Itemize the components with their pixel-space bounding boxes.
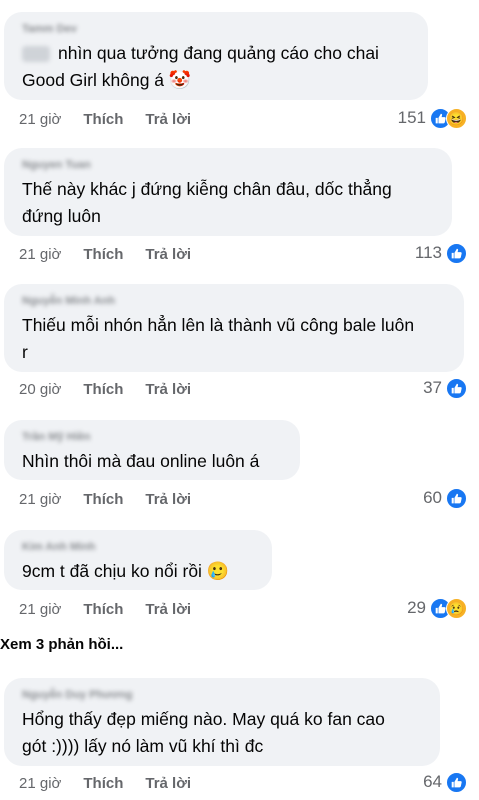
reaction-count: 151 [397, 108, 426, 127]
like-reaction-icon [446, 487, 467, 509]
reply-button[interactable]: Trả lời [145, 601, 191, 618]
reaction-summary[interactable]: 151 😆 [398, 106, 467, 130]
comment-time[interactable]: 21 giờ [19, 111, 61, 128]
comment-meta: 21 giờ Thích Trả lời [19, 598, 213, 620]
reaction-count: 113 [414, 243, 442, 262]
like-reaction-icon [446, 771, 467, 793]
reaction-count: 64 [423, 772, 442, 791]
comment-author[interactable]: Kim Anh Minh [22, 540, 132, 554]
comment-time[interactable]: 21 giờ [19, 246, 61, 263]
like-button[interactable]: Thích [83, 601, 123, 618]
like-reaction-icon [446, 377, 467, 399]
like-button[interactable]: Thích [83, 381, 123, 398]
like-button[interactable]: Thích [83, 491, 123, 508]
haha-reaction-icon: 😆 [446, 107, 467, 129]
reply-button[interactable]: Trả lời [145, 381, 191, 398]
comment-meta: 21 giờ Thích Trả lời [19, 488, 213, 510]
like-button[interactable]: Thích [83, 775, 123, 792]
comment-text: Thiếu mỗi nhón hẳn lên là thành vũ công … [22, 315, 415, 362]
comment-time[interactable]: 20 giờ [19, 381, 61, 398]
like-button[interactable]: Thích [83, 246, 123, 263]
sad-reaction-icon: 😢 [446, 597, 467, 619]
comment-time[interactable]: 21 giờ [19, 775, 61, 792]
comment-author[interactable]: Nguyễn Duy Phương [22, 688, 132, 702]
clown-emoji: 🤡 [168, 70, 192, 90]
comment-bubble[interactable]: Kim Anh Minh 9cm t đã chịu ko nổi rồi 🥲 [4, 530, 272, 590]
comment-text: Hổng thấy đẹp miếng nào. May quá ko fan … [22, 709, 385, 756]
smiling-tear-emoji: 🥲 [206, 561, 230, 581]
reaction-count: 37 [423, 378, 442, 397]
reaction-summary[interactable]: 64 [423, 770, 467, 794]
comment-text: Nhìn thôi mà đau online luôn á [22, 451, 260, 471]
comment-author[interactable]: Nguyen Tuan [22, 158, 132, 172]
comment-meta: 21 giờ Thích Trả lời [19, 772, 213, 794]
reply-button[interactable]: Trả lời [145, 491, 191, 508]
comment-bubble[interactable]: Tamm Dev nhìn qua tưởng đang quảng cáo c… [4, 12, 428, 100]
comment-bubble[interactable]: Nguyen Tuan Thế này khác j đứng kiễng ch… [4, 148, 452, 236]
comment-text: Thế này khác j đứng kiễng chân đâu, dốc … [22, 179, 392, 226]
comment-bubble[interactable]: Trần Mỹ Hiền Nhìn thôi mà đau online luô… [4, 420, 300, 480]
comment-meta: 21 giờ Thích Trả lời [19, 108, 213, 130]
view-more-replies-link[interactable]: Xem 3 phản hồi... [0, 636, 123, 653]
comment-author[interactable]: Trần Mỹ Hiền [22, 430, 132, 444]
comment-meta: 20 giờ Thích Trả lời [19, 378, 213, 400]
reply-button[interactable]: Trả lời [145, 775, 191, 792]
like-button[interactable]: Thích [83, 111, 123, 128]
comment-time[interactable]: 21 giờ [19, 601, 61, 618]
comment-text: nhìn qua tưởng đang quảng cáo cho chai G… [22, 43, 379, 90]
reaction-count: 29 [407, 598, 426, 617]
reply-button[interactable]: Trả lời [145, 246, 191, 263]
blurred-name-fragment [22, 46, 50, 63]
reaction-summary[interactable]: 29 😢 [407, 596, 467, 620]
comment-bubble[interactable]: Nguyễn Minh Anh Thiếu mỗi nhón hẳn lên l… [4, 284, 464, 372]
reaction-summary[interactable]: 60 [423, 486, 467, 510]
comment-text: 9cm t đã chịu ko nổi rồi 🥲 [22, 561, 230, 581]
reaction-count: 60 [423, 488, 442, 507]
comment-meta: 21 giờ Thích Trả lời [19, 243, 213, 265]
comment-author[interactable]: Nguyễn Minh Anh [22, 294, 132, 308]
comment-bubble[interactable]: Nguyễn Duy Phương Hổng thấy đẹp miếng nà… [4, 678, 440, 766]
reply-button[interactable]: Trả lời [145, 111, 191, 128]
comment-author[interactable]: Tamm Dev [22, 22, 132, 36]
like-reaction-icon [446, 242, 467, 264]
reaction-summary[interactable]: 37 [423, 376, 467, 400]
comment-time[interactable]: 21 giờ [19, 491, 61, 508]
reaction-summary[interactable]: 113 [415, 241, 467, 265]
